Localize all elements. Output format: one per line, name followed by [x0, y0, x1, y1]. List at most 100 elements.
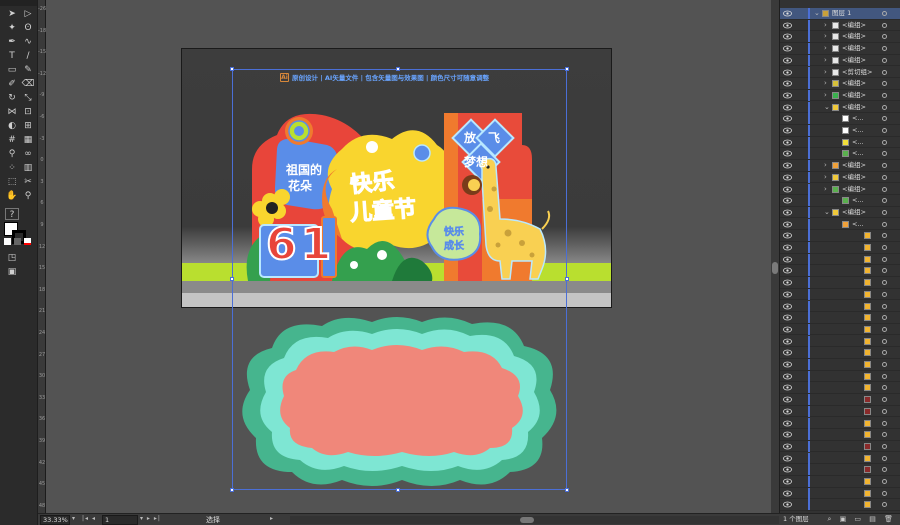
fly-text-1[interactable]: 放: [464, 129, 476, 146]
visibility-eye-icon[interactable]: [783, 150, 792, 157]
visibility-eye-icon[interactable]: [783, 396, 792, 403]
canvas-horizontal-scrollbar[interactable]: [290, 516, 780, 524]
target-circle-icon[interactable]: [882, 338, 887, 344]
layer-row[interactable]: [780, 323, 900, 336]
status-menu-icon[interactable]: ▸: [270, 515, 273, 522]
chevron-right-icon[interactable]: ›: [824, 43, 827, 54]
chevron-right-icon[interactable]: ›: [824, 55, 827, 66]
target-circle-icon[interactable]: [882, 362, 887, 367]
vertical-scroll-thumb[interactable]: [772, 262, 778, 274]
visibility-eye-icon[interactable]: [783, 69, 792, 76]
target-circle-icon[interactable]: [882, 209, 887, 215]
layer-row[interactable]: <...: [780, 136, 900, 149]
target-circle-icon[interactable]: [882, 432, 887, 438]
target-circle-icon[interactable]: [882, 350, 887, 356]
chevron-right-icon[interactable]: ›: [824, 184, 827, 195]
layer-row[interactable]: ⌄ 图层 1: [780, 8, 900, 20]
chevron-right-icon[interactable]: ›: [824, 20, 827, 31]
layer-row[interactable]: › <编组>: [780, 31, 900, 43]
target-circle-icon[interactable]: [882, 256, 887, 262]
layer-row[interactable]: [780, 487, 900, 500]
target-circle-icon[interactable]: [882, 139, 887, 145]
layer-row[interactable]: [780, 300, 900, 313]
target-circle-icon[interactable]: [882, 373, 887, 379]
poster-artwork[interactable]: [182, 49, 612, 308]
layer-row[interactable]: <...: [780, 148, 900, 160]
layer-row[interactable]: › <编组>: [780, 54, 900, 67]
vertical-ruler[interactable]: -26 -18 -15 -12 -9 -6 -3 0 3 6 9 12 15 18 21 24 27 30 33 36…: [38, 0, 46, 513]
target-circle-icon[interactable]: [882, 92, 887, 98]
visibility-eye-icon[interactable]: [783, 267, 792, 274]
visibility-eye-icon[interactable]: [783, 256, 792, 263]
artboard-next-icons[interactable]: ▾ ▸ ▸|: [140, 515, 161, 522]
layer-row[interactable]: › <编组>: [780, 183, 900, 196]
shaper-icon[interactable]: ✐: [5, 78, 19, 90]
motherland-text-2[interactable]: 花朵: [288, 177, 312, 194]
visibility-eye-icon[interactable]: [783, 466, 792, 473]
layer-row[interactable]: [780, 242, 900, 254]
layer-row[interactable]: [780, 476, 900, 488]
visibility-eye-icon[interactable]: [783, 501, 792, 508]
target-circle-icon[interactable]: [882, 455, 887, 461]
visibility-eye-icon[interactable]: [783, 174, 792, 181]
fly-text-2[interactable]: 飞: [488, 129, 500, 146]
target-circle-icon[interactable]: [882, 443, 887, 449]
target-circle-icon[interactable]: [882, 291, 887, 297]
target-circle-icon[interactable]: [882, 116, 887, 122]
target-circle-icon[interactable]: [882, 104, 887, 110]
target-circle-icon[interactable]: [882, 69, 887, 75]
visibility-eye-icon[interactable]: [783, 314, 792, 321]
chevron-right-icon[interactable]: ›: [824, 90, 827, 101]
layer-row[interactable]: [780, 347, 900, 359]
layer-row[interactable]: [780, 417, 900, 430]
motherland-text-1[interactable]: 祖国的: [286, 161, 322, 178]
gradient-icon[interactable]: ▦: [21, 134, 35, 146]
title-line-2[interactable]: 儿童节: [349, 191, 418, 228]
chevron-right-icon[interactable]: ›: [824, 160, 827, 171]
rectangle-icon[interactable]: ▭: [5, 64, 19, 76]
shape-builder-icon[interactable]: ◐: [5, 120, 19, 132]
none-mode-icon[interactable]: [24, 238, 31, 245]
layer-row[interactable]: › <剪切组>: [780, 66, 900, 79]
target-circle-icon[interactable]: [882, 245, 887, 250]
type-icon[interactable]: T: [5, 50, 19, 62]
visibility-eye-icon[interactable]: [783, 244, 792, 251]
layer-row[interactable]: ⌄ <编组>: [780, 206, 900, 219]
artboard-number-field[interactable]: 1: [102, 515, 138, 525]
visibility-eye-icon[interactable]: [783, 338, 792, 345]
artboard[interactable]: 快乐 儿童节 祖国的 花朵 放 飞 梦想 快乐 成长 61: [181, 48, 612, 308]
target-circle-icon[interactable]: [882, 198, 887, 204]
visibility-eye-icon[interactable]: [783, 10, 792, 17]
layer-row[interactable]: [780, 499, 900, 511]
chevron-down-icon[interactable]: ⌄: [814, 8, 820, 19]
chevron-right-icon[interactable]: ›: [824, 67, 827, 78]
chevron-down-icon[interactable]: ⌄: [824, 102, 830, 113]
mesh-icon[interactable]: #: [5, 134, 19, 146]
target-circle-icon[interactable]: [882, 490, 887, 496]
target-circle-icon[interactable]: [882, 221, 887, 227]
selection-arrow-icon[interactable]: ➤: [5, 8, 19, 20]
big-number-61[interactable]: 61: [265, 218, 335, 271]
pen-icon[interactable]: ✒: [5, 36, 19, 48]
layer-row[interactable]: [780, 230, 900, 242]
visibility-eye-icon[interactable]: [783, 186, 792, 193]
paintbrush-icon[interactable]: ✎: [21, 64, 35, 76]
visibility-eye-icon[interactable]: [783, 22, 792, 29]
cloud-frame-shape[interactable]: [232, 312, 567, 490]
visibility-eye-icon[interactable]: [783, 478, 792, 485]
visibility-eye-icon[interactable]: [783, 115, 792, 122]
direct-select-icon[interactable]: ▷: [21, 8, 35, 20]
blend-icon[interactable]: ∞: [21, 148, 35, 160]
layer-row[interactable]: [780, 394, 900, 406]
visibility-eye-icon[interactable]: [783, 104, 792, 111]
target-circle-icon[interactable]: [882, 163, 887, 169]
eyedropper-icon[interactable]: ⚲: [5, 148, 19, 160]
target-circle-icon[interactable]: [882, 268, 887, 274]
visibility-eye-icon[interactable]: [783, 45, 792, 52]
zoom-dropdown-icon[interactable]: ▾: [72, 515, 75, 522]
visibility-eye-icon[interactable]: [783, 80, 792, 87]
layer-row[interactable]: › <编组>: [780, 89, 900, 102]
layer-row[interactable]: [780, 277, 900, 289]
visibility-eye-icon[interactable]: [783, 197, 792, 204]
layer-row[interactable]: <...: [780, 195, 900, 207]
